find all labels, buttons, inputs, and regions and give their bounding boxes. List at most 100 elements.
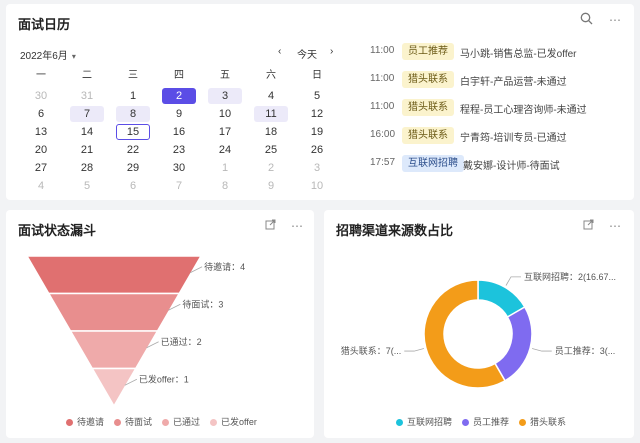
calendar-day[interactable]: 10: [300, 178, 334, 194]
legend-item[interactable]: 已发offer: [210, 415, 257, 428]
weekday-header: 五: [220, 70, 230, 81]
calendar-day[interactable]: 28: [70, 160, 104, 176]
funnel-chart: 待邀请：4 待面试：3 已通过：2 已发offer：1: [25, 255, 245, 408]
calendar-day[interactable]: 25: [254, 142, 288, 158]
calendar-day[interactable]: 6: [24, 106, 58, 122]
calendar-day[interactable]: 13: [24, 124, 58, 140]
legend-item[interactable]: 已通过: [162, 415, 200, 428]
schedule-item[interactable]: 11:00 员工推荐 马小跳-销售总监-已发offer: [360, 42, 630, 62]
calendar-day[interactable]: 9: [254, 178, 288, 194]
calendar-card: 面试日历 ⋯ 2022年6月 ▾ ‹ 今天 › 一二三四五六日 30 31 1 2 3 4 5 6…: [6, 4, 634, 200]
calendar-title: 面试日历: [18, 17, 71, 32]
calendar-day[interactable]: 31: [70, 88, 104, 104]
calendar-day[interactable]: 14: [70, 124, 104, 140]
legend-dot: [66, 419, 73, 426]
schedule-text: 戴安娜-设计师-待面试: [463, 161, 560, 172]
calendar-day[interactable]: 9: [162, 106, 196, 122]
schedule-item[interactable]: 17:57 互联网招聘 戴安娜-设计师-待面试: [360, 154, 630, 174]
calendar-day[interactable]: 2: [162, 88, 196, 104]
legend-item[interactable]: 猎头联系: [519, 415, 566, 428]
schedule-time: 17:57: [370, 157, 396, 168]
legend-label: 已发offer: [221, 417, 257, 427]
calendar-day[interactable]: 24: [208, 142, 242, 158]
calendar-day[interactable]: 19: [300, 124, 334, 140]
calendar-day[interactable]: 29: [116, 160, 150, 176]
month-label: 2022年6月: [20, 51, 68, 62]
calendar-day[interactable]: 27: [24, 160, 58, 176]
schedule-time: 16:00: [370, 129, 396, 140]
calendar-day[interactable]: 10: [208, 106, 242, 122]
calendar-day[interactable]: 8: [208, 178, 242, 194]
donut-label: 猎头联系：7(...: [341, 345, 402, 356]
funnel-segment[interactable]: [47, 292, 181, 332]
funnel-label: 待面试：3: [182, 298, 223, 309]
calendar-day[interactable]: 22: [116, 142, 150, 158]
calendar-day[interactable]: 18: [254, 124, 288, 140]
calendar-day[interactable]: 30: [24, 88, 58, 104]
today-button[interactable]: 今天: [297, 46, 317, 61]
legend-dot: [162, 419, 170, 426]
pie-chart: 互联网招聘：2(16.67... 员工推荐：3(... 猎头联系：7(...: [341, 271, 616, 389]
schedule-item[interactable]: 11:00 猎头联系 程程-员工心理咨询师-未通过: [360, 98, 630, 118]
calendar-day[interactable]: 3: [300, 160, 334, 176]
legend-item[interactable]: 待面试: [114, 415, 152, 428]
legend-item[interactable]: 员工推荐: [462, 415, 509, 428]
schedule-time: 11:00: [370, 73, 395, 84]
donut-label-line: [531, 348, 552, 352]
pie-card: 招聘渠道来源数占比 ⋯ 互联网招聘：2(16.67... 员工推荐：3(... 猎头…: [324, 210, 634, 438]
calendar-day[interactable]: 6: [116, 178, 150, 194]
legend-label: 员工推荐: [473, 417, 510, 427]
next-month-icon[interactable]: ›: [330, 46, 333, 57]
chevron-down-icon: ▾: [71, 52, 76, 61]
calendar-day[interactable]: 26: [300, 142, 334, 158]
calendar-day[interactable]: 21: [70, 142, 104, 158]
calendar-day[interactable]: 3: [208, 88, 242, 104]
schedule-text: 宁青筠-培训专员-已通过: [460, 133, 567, 144]
weekday-header: 日: [312, 70, 322, 81]
calendar-day[interactable]: 2: [254, 160, 288, 176]
funnel-legend: 待邀请 待面试 已通过 已发offer: [66, 415, 267, 428]
funnel-card: 面试状态漏斗 ⋯ 待邀请：4 待面试：3 已通过：2 已发offer：1 待邀请 待面试…: [6, 210, 314, 438]
calendar-day[interactable]: 30: [162, 160, 196, 176]
calendar-day[interactable]: 15: [116, 124, 150, 140]
legend-item[interactable]: 互联网招聘: [396, 415, 452, 428]
funnel-segment[interactable]: [69, 330, 159, 370]
calendar-day[interactable]: 23: [162, 142, 196, 158]
calendar-day[interactable]: 8: [116, 106, 150, 122]
donut-slice[interactable]: [493, 305, 533, 382]
funnel-label: 已发offer：1: [139, 373, 189, 384]
calendar-day[interactable]: 5: [70, 178, 104, 194]
source-tag: 猎头联系: [402, 71, 454, 88]
calendar-day[interactable]: 20: [24, 142, 58, 158]
schedule-item[interactable]: 16:00 猎头联系 宁青筠-培训专员-已通过: [360, 126, 630, 146]
funnel-segment[interactable]: [25, 255, 203, 295]
search-icon[interactable]: [578, 12, 594, 28]
schedule-time: 11:00: [370, 45, 395, 56]
weekday-header: 六: [266, 70, 276, 81]
schedule-text: 白宇轩-产品运营-未通过: [460, 77, 567, 88]
prev-month-icon[interactable]: ‹: [278, 46, 281, 57]
schedule-time: 11:00: [370, 101, 395, 112]
schedule-item[interactable]: 11:00 猎头联系 白宇轩-产品运营-未通过: [360, 70, 630, 90]
calendar-day[interactable]: 17: [208, 124, 242, 140]
calendar-day[interactable]: 4: [24, 178, 58, 194]
donut-label: 员工推荐：3(...: [555, 345, 616, 356]
calendar-day[interactable]: 1: [208, 160, 242, 176]
legend-label: 已通过: [173, 417, 201, 427]
donut-label-line: [505, 276, 521, 286]
calendar-day[interactable]: 4: [254, 88, 288, 104]
calendar-day[interactable]: 16: [162, 124, 196, 140]
calendar-day[interactable]: 1: [116, 88, 150, 104]
calendar-day[interactable]: 7: [162, 178, 196, 194]
legend-dot: [396, 419, 403, 426]
calendar-day[interactable]: 11: [254, 106, 288, 122]
more-icon[interactable]: ⋯: [607, 12, 623, 28]
legend-item[interactable]: 待邀请: [66, 415, 104, 428]
legend-dot: [210, 419, 218, 426]
calendar-day[interactable]: 5: [300, 88, 334, 104]
calendar-day[interactable]: 7: [70, 106, 104, 122]
calendar-day[interactable]: 12: [300, 106, 334, 122]
funnel-segment[interactable]: [90, 367, 138, 408]
weekday-header: 三: [128, 70, 138, 81]
month-selector[interactable]: 2022年6月 ▾: [20, 47, 76, 62]
